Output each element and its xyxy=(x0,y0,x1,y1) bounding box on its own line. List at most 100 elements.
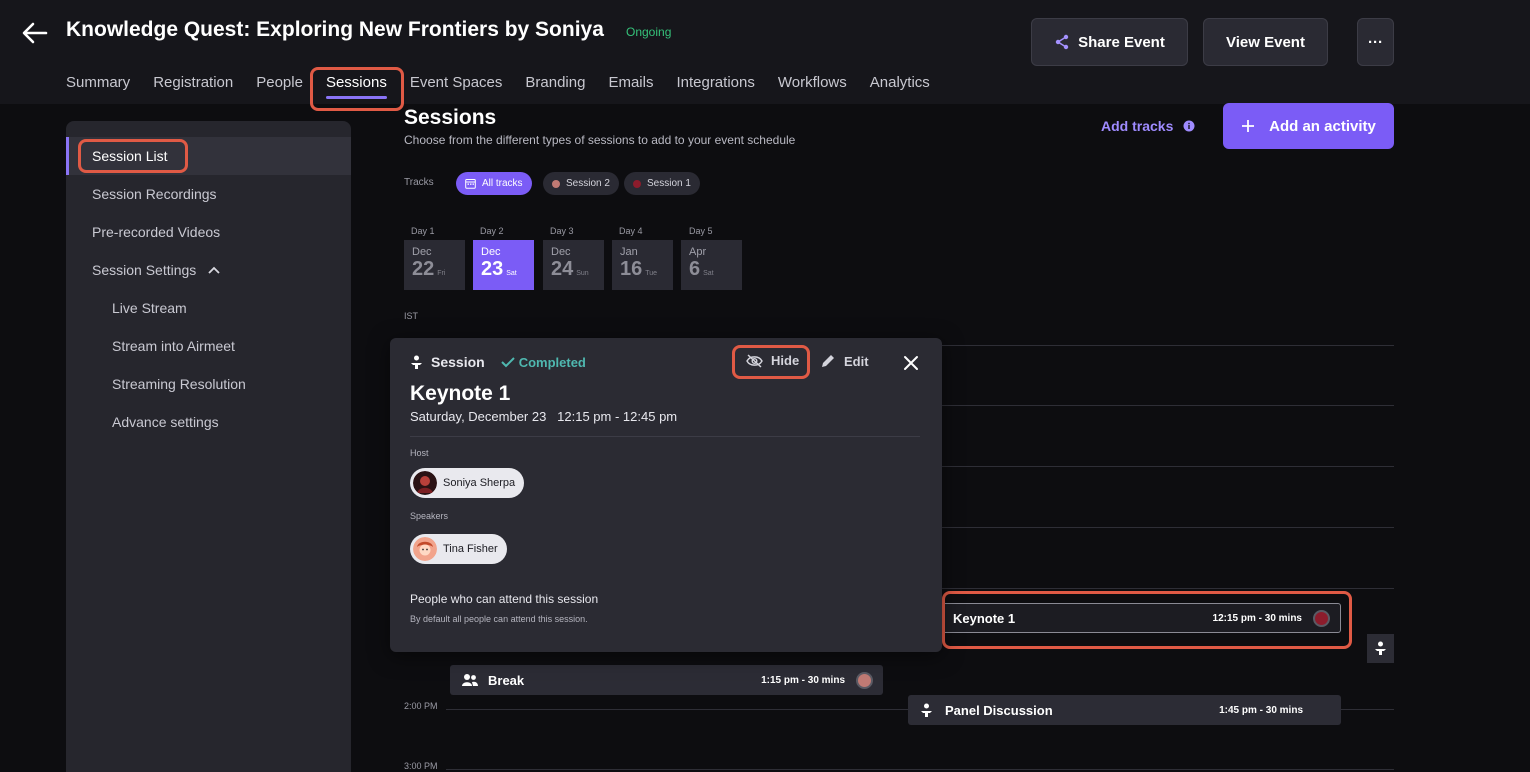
tab-workflows[interactable]: Workflows xyxy=(778,74,847,91)
page-subtitle: Choose from the different types of sessi… xyxy=(404,133,796,147)
day-date: 22 xyxy=(412,258,435,280)
event-title: Knowledge Quest: Exploring New Frontiers… xyxy=(66,18,604,41)
track-chip-session-1[interactable]: Session 1 xyxy=(624,172,700,195)
session-block-partial[interactable] xyxy=(1367,634,1394,663)
day-date: 23 xyxy=(481,258,504,280)
host-name: Soniya Sherpa xyxy=(443,477,516,489)
speaker-icon xyxy=(1375,641,1386,655)
session-details-popup: Session Completed Hide Edit Keynote 1 Sa… xyxy=(390,338,942,652)
add-tracks-link[interactable]: Add tracks xyxy=(1101,118,1195,134)
people-icon xyxy=(462,674,478,686)
speaker-icon xyxy=(921,703,932,717)
day-label: Day 4 xyxy=(619,226,643,236)
session-title: Panel Discussion xyxy=(945,702,1053,718)
sidebar-item-pre-recorded-videos[interactable]: Pre-recorded Videos xyxy=(92,224,220,240)
tab-integrations[interactable]: Integrations xyxy=(676,74,754,91)
day-label: Day 1 xyxy=(411,226,435,236)
grid-line xyxy=(940,405,1394,406)
avatar xyxy=(413,471,437,495)
divider xyxy=(410,436,920,437)
time-label: 2:00 PM xyxy=(404,701,438,711)
tab-people[interactable]: People xyxy=(256,74,303,91)
session-block-break[interactable]: Break 1:15 pm - 30 mins xyxy=(450,665,883,695)
eye-off-icon xyxy=(746,353,763,368)
session-type-row: Session Completed xyxy=(410,354,586,370)
pencil-icon xyxy=(822,355,834,367)
speaker-name: Tina Fisher xyxy=(443,543,498,555)
sidebar-item-session-settings[interactable]: Session Settings xyxy=(92,262,220,278)
check-icon xyxy=(500,357,515,368)
share-event-button[interactable]: Share Event xyxy=(1031,18,1188,66)
track-color-dot xyxy=(633,179,641,188)
close-icon[interactable] xyxy=(900,352,922,374)
speaker-icon xyxy=(411,355,422,369)
tab-branding[interactable]: Branding xyxy=(525,74,585,91)
hide-button[interactable]: Hide xyxy=(746,353,799,368)
session-title: Keynote 1 xyxy=(410,382,511,405)
day-weekday: Sun xyxy=(576,270,589,277)
grid-line xyxy=(940,466,1394,467)
day-month: Dec xyxy=(412,246,432,258)
sidebar-item-advance-settings[interactable]: Advance settings xyxy=(112,414,219,430)
day-label: Day 2 xyxy=(480,226,504,236)
sidebar-item-stream-into-airmeet[interactable]: Stream into Airmeet xyxy=(112,338,235,354)
day-weekday: Sat xyxy=(506,270,517,277)
day-weekday: Tue xyxy=(645,270,658,277)
day-weekday: Sat xyxy=(703,270,714,277)
session-block-panel-discussion[interactable]: Panel Discussion 1:45 pm - 30 mins xyxy=(908,695,1341,725)
track-chip-label: Session 1 xyxy=(647,178,691,189)
track-chip-session-2[interactable]: Session 2 xyxy=(543,172,619,195)
day-selector-4[interactable]: Jan 16 Tue xyxy=(612,240,673,290)
day-weekday: Fri xyxy=(437,270,446,277)
session-time: 1:15 pm - 30 mins xyxy=(761,674,845,686)
speakers-label: Speakers xyxy=(410,511,449,521)
tab-emails[interactable]: Emails xyxy=(608,74,653,91)
timezone-label: IST xyxy=(404,311,419,321)
tab-summary[interactable]: Summary xyxy=(66,74,130,91)
sidebar-item-live-stream[interactable]: Live Stream xyxy=(112,300,187,316)
share-icon xyxy=(1055,34,1069,50)
session-title: Break xyxy=(488,672,525,688)
add-tracks-label: Add tracks xyxy=(1101,118,1174,134)
tracks-label: Tracks xyxy=(404,177,434,188)
day-selector-1[interactable]: Dec 22 Fri xyxy=(404,240,465,290)
track-avatar xyxy=(856,671,873,689)
day-selector-3[interactable]: Dec 24 Sun xyxy=(543,240,604,290)
grid-line xyxy=(940,527,1394,528)
event-status-badge: Ongoing xyxy=(626,25,672,39)
tab-analytics[interactable]: Analytics xyxy=(870,74,930,91)
more-options-button[interactable]: ··· xyxy=(1357,18,1394,66)
attendance-subtitle: By default all people can attend this se… xyxy=(410,614,588,624)
session-type-label: Session xyxy=(431,354,485,370)
info-icon[interactable] xyxy=(1183,120,1195,132)
view-event-label: View Event xyxy=(1226,33,1305,51)
edit-button[interactable]: Edit xyxy=(820,353,869,369)
time-label: 3:00 PM xyxy=(404,761,438,771)
page-title: Sessions xyxy=(404,106,497,129)
sidebar-item-session-recordings[interactable]: Session Recordings xyxy=(92,186,217,202)
completed-status: Completed xyxy=(500,354,586,370)
day-selector-2[interactable]: Dec 23 Sat xyxy=(473,240,534,290)
completed-status-label: Completed xyxy=(518,354,586,370)
track-avatar xyxy=(1313,609,1330,627)
track-chip-all[interactable]: All tracks xyxy=(456,172,532,195)
day-label: Day 3 xyxy=(550,226,574,236)
grid-line xyxy=(940,345,1394,346)
day-month: Apr xyxy=(689,246,707,258)
add-activity-button[interactable]: Add an activity xyxy=(1223,103,1394,149)
share-event-label: Share Event xyxy=(1078,33,1165,51)
session-block-keynote-1[interactable]: Keynote 1 12:15 pm - 30 mins xyxy=(940,603,1341,633)
host-label: Host xyxy=(410,448,429,458)
day-selector-5[interactable]: Apr 6 Sat xyxy=(681,240,742,290)
tab-sessions[interactable]: Sessions xyxy=(325,74,387,99)
sidebar-item-session-list[interactable]: Session List xyxy=(92,148,167,164)
tab-registration[interactable]: Registration xyxy=(153,74,233,91)
plus-icon xyxy=(1242,120,1255,132)
more-options-icon: ··· xyxy=(1368,33,1383,51)
tab-event-spaces[interactable]: Event Spaces xyxy=(410,74,503,91)
sidebar-item-streaming-resolution[interactable]: Streaming Resolution xyxy=(112,376,246,392)
sidebar: Session List Session Recordings Pre-reco… xyxy=(66,121,351,772)
back-arrow-icon[interactable] xyxy=(20,18,50,48)
view-event-button[interactable]: View Event xyxy=(1203,18,1328,66)
day-month: Jan xyxy=(620,246,638,258)
